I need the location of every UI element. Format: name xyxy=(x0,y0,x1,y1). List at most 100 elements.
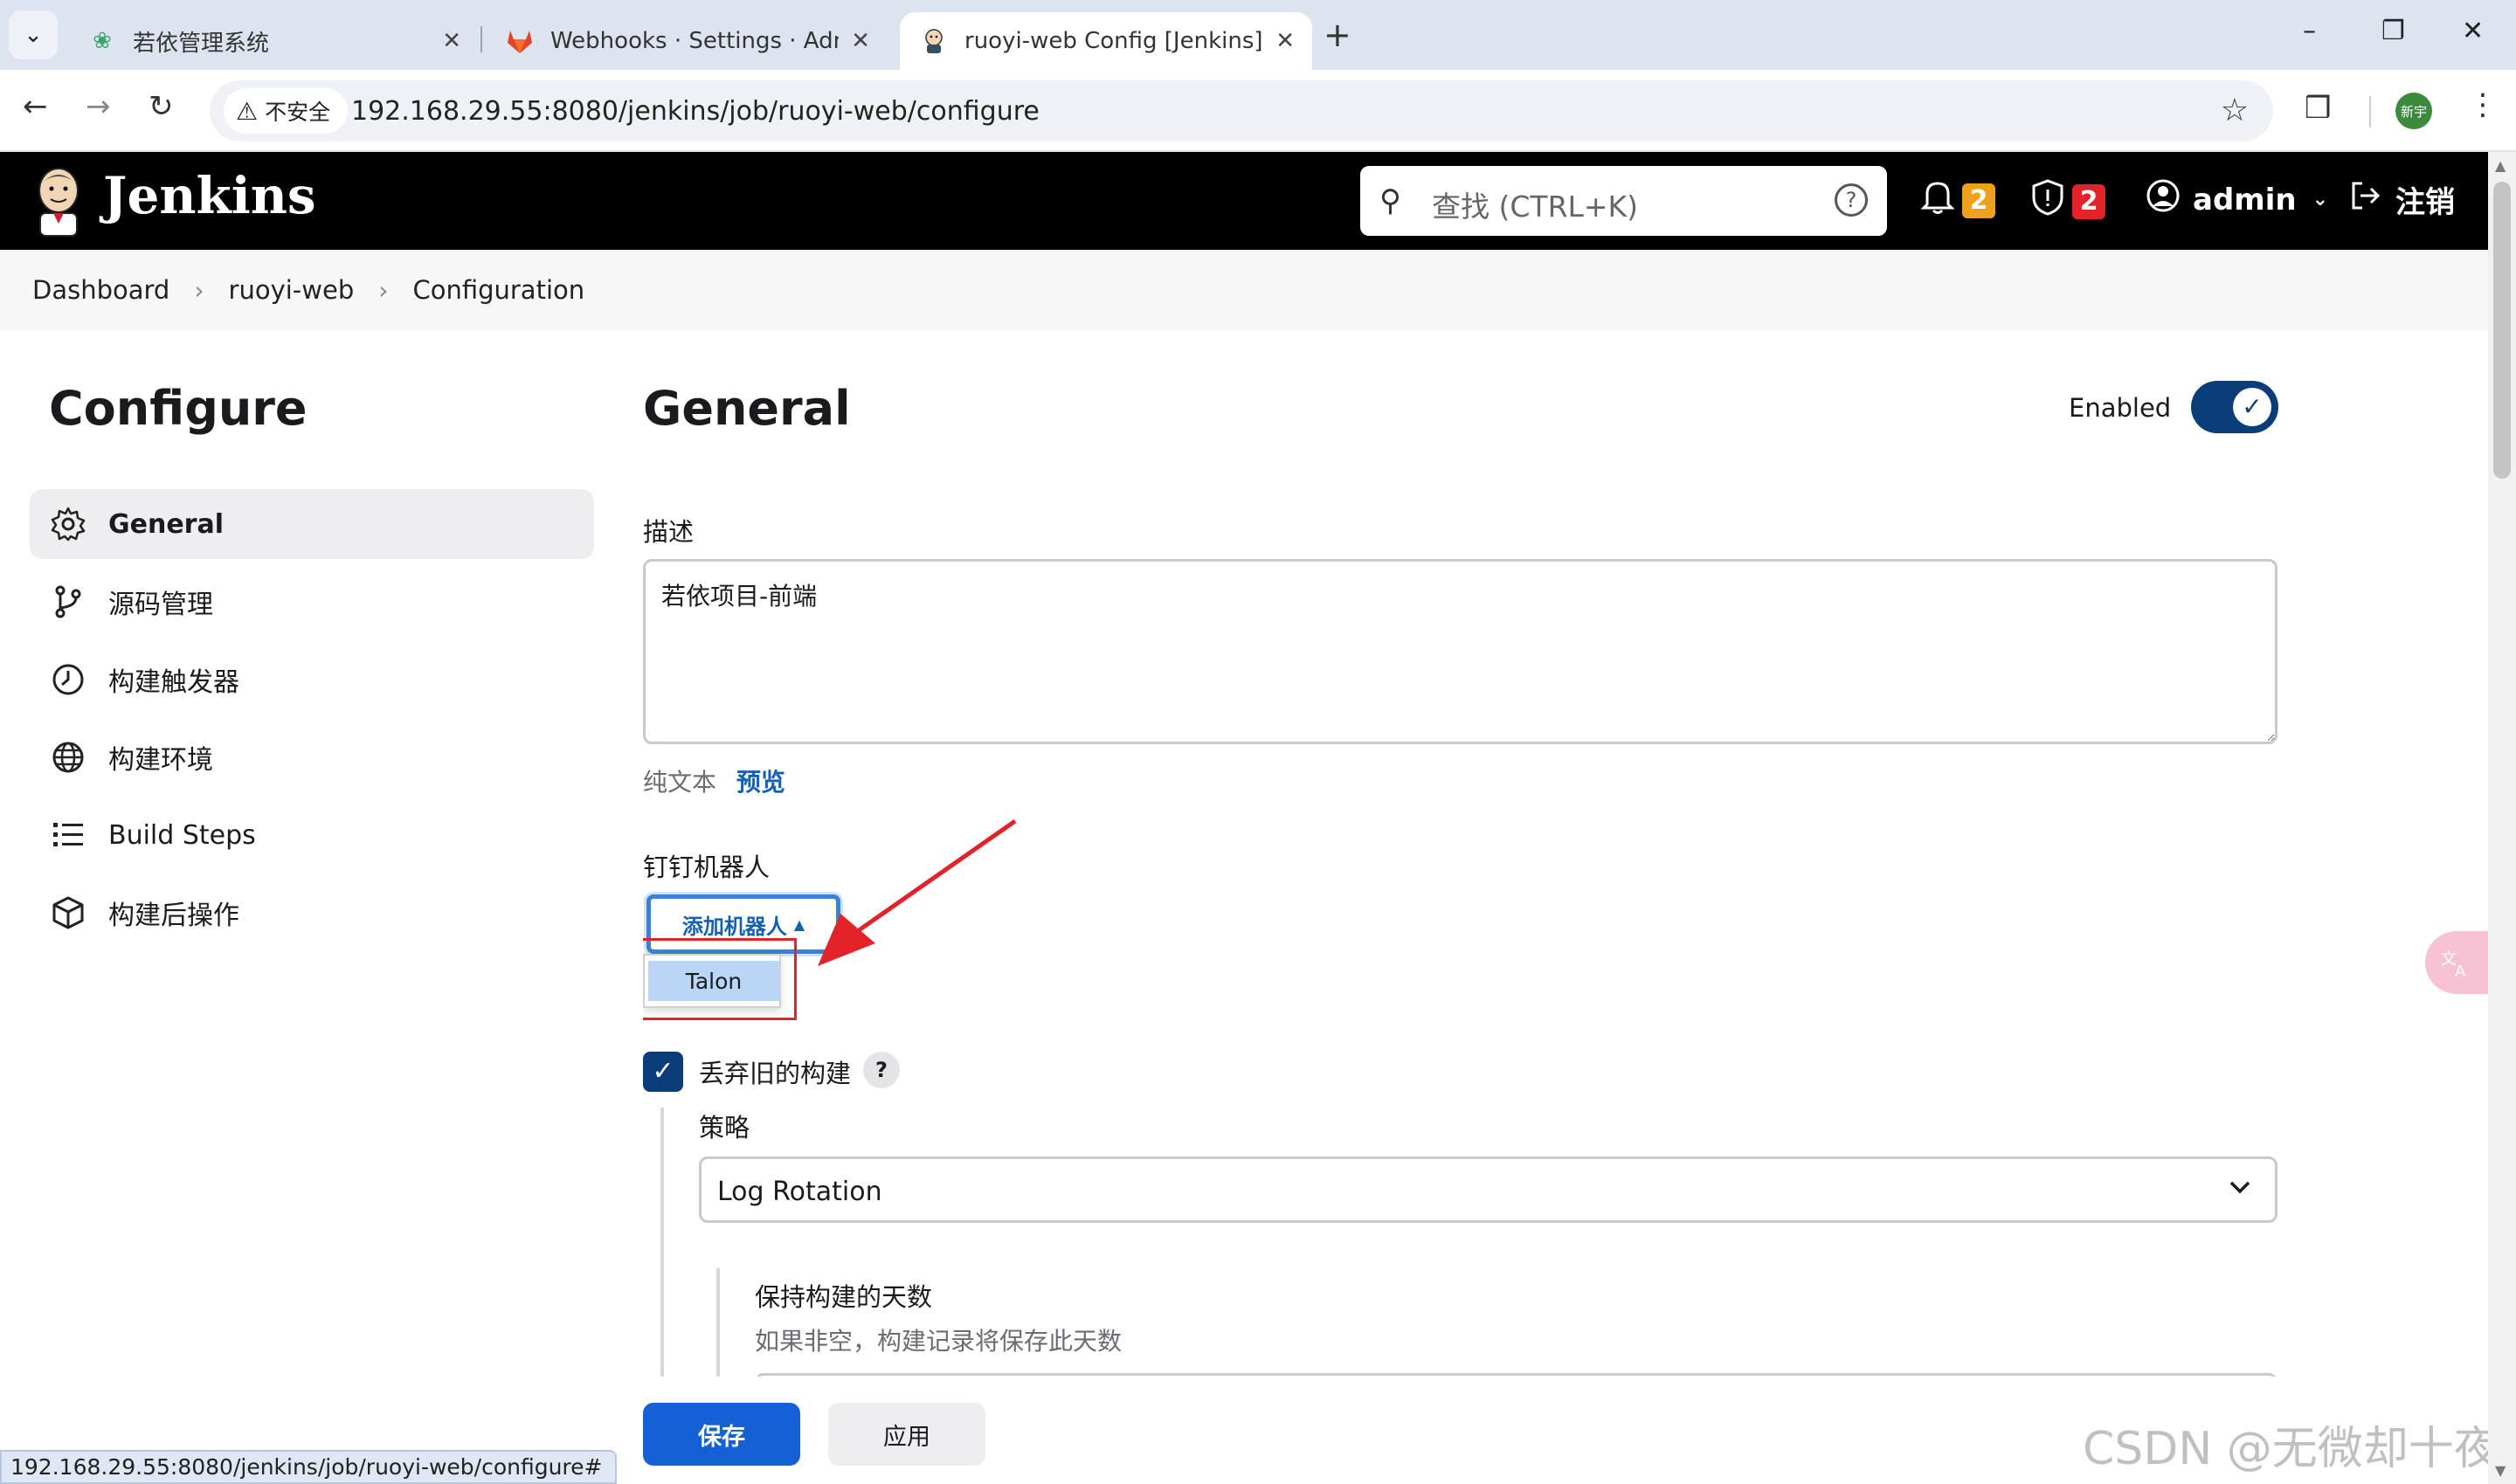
browser-tab-ruoyi-admin[interactable]: ❀ 若依管理系统 ✕ xyxy=(68,12,479,70)
close-icon[interactable]: ✕ xyxy=(1275,28,1295,54)
security-chip[interactable]: ⚠ 不安全 xyxy=(224,88,349,134)
scrollbar-thumb[interactable] xyxy=(2493,182,2511,479)
description-textarea[interactable]: 若依项目-前端 xyxy=(643,559,2278,744)
security-warnings-button[interactable]: 2 xyxy=(2030,178,2105,224)
reload-button[interactable]: ↻ xyxy=(149,89,174,124)
sidebar-item-build-steps[interactable]: Build Steps xyxy=(30,800,594,870)
sidebar-item-general[interactable]: General xyxy=(30,489,594,559)
warning-triangle-icon: ⚠ xyxy=(236,96,259,126)
chevron-right-icon: › xyxy=(378,275,389,305)
jenkins-logo-icon[interactable] xyxy=(31,164,86,238)
nested-section-line xyxy=(660,1108,664,1377)
minimize-icon: – xyxy=(2303,16,2316,46)
extensions-button[interactable]: ❒ xyxy=(2305,91,2331,126)
cube-icon xyxy=(49,894,87,932)
close-window-button[interactable]: ✕ xyxy=(2462,16,2484,46)
scroll-down-icon[interactable]: ▼ xyxy=(2495,1462,2506,1479)
nested-section-line xyxy=(716,1268,720,1377)
breadcrumb-configuration[interactable]: Configuration xyxy=(412,275,584,305)
discard-old-builds-checkbox[interactable]: ✓ xyxy=(643,1052,683,1092)
tab-separator xyxy=(480,26,482,52)
minimize-button[interactable]: – xyxy=(2303,16,2316,46)
bell-icon xyxy=(1920,178,1955,223)
browser-tab-jenkins-config[interactable]: ruoyi-web Config [Jenkins] ✕ xyxy=(900,12,1312,70)
help-button[interactable]: ? xyxy=(863,1052,900,1088)
strategy-label: 策略 xyxy=(699,1113,750,1142)
days-to-keep-label: 保持构建的天数 xyxy=(755,1282,933,1312)
chevron-right-icon: › xyxy=(194,275,204,305)
chevron-down-icon xyxy=(2228,1175,2252,1206)
apply-button[interactable]: 应用 xyxy=(828,1403,985,1466)
logout-label: 注销 xyxy=(2395,185,2455,220)
restore-icon: ❐ xyxy=(2381,16,2405,46)
back-button[interactable]: ← xyxy=(23,89,48,124)
gitlab-icon xyxy=(505,26,535,56)
omnibox[interactable]: ⚠ 不安全 192.168.29.55:8080/jenkins/job/ruo… xyxy=(210,80,2273,141)
sidebar-item-post-build[interactable]: 构建后操作 xyxy=(30,878,594,948)
branch-icon xyxy=(49,583,87,621)
notifications-button[interactable]: 2 xyxy=(1920,178,1995,223)
translate-icon[interactable]: 文A xyxy=(2425,931,2488,994)
breadcrumb: Dashboard › ruoyi-web › Configuration xyxy=(0,250,2488,330)
browser-menu-button[interactable]: ⋮ xyxy=(2468,87,2498,122)
globe-icon xyxy=(49,738,87,777)
watermark: CSDN @无微却十夜 xyxy=(2083,1423,2499,1475)
configure-title: Configure xyxy=(49,381,308,436)
profile-avatar[interactable]: 新宇 xyxy=(2395,93,2432,129)
search-box[interactable]: ⚲ 查找 (CTRL+K) ? xyxy=(1360,166,1887,236)
reload-icon: ↻ xyxy=(149,89,174,124)
sidebar-item-build-triggers[interactable]: 构建触发器 xyxy=(30,645,594,714)
text-format-row: 纯文本 预览 xyxy=(643,763,785,798)
jenkins-icon xyxy=(919,26,949,56)
forward-button[interactable]: → xyxy=(86,89,111,124)
preview-link[interactable]: 预览 xyxy=(736,768,785,797)
scroll-up-icon[interactable]: ▲ xyxy=(2495,157,2506,174)
arrow-left-icon: ← xyxy=(23,89,48,124)
browser-tab-bar: ⌄ ❀ 若依管理系统 ✕ Webhooks · Settings · Admin… xyxy=(0,0,2516,70)
logout-icon xyxy=(2348,178,2383,221)
logout-button[interactable]: 注销 xyxy=(2348,178,2455,221)
restore-button[interactable]: ❐ xyxy=(2381,16,2405,46)
tab-search-button[interactable]: ⌄ xyxy=(9,10,58,59)
discard-old-builds-label: 丢弃旧的构建 xyxy=(699,1059,852,1088)
gear-icon xyxy=(49,505,87,543)
chevron-down-icon: ⌄ xyxy=(2312,189,2329,211)
leaf-icon: ❀ xyxy=(93,28,112,54)
notifications-badge: 2 xyxy=(1962,183,1995,218)
status-bar-url: 192.168.29.55:8080/jenkins/job/ruoyi-web… xyxy=(0,1450,617,1484)
save-button[interactable]: 保存 xyxy=(643,1403,800,1466)
breadcrumb-dashboard[interactable]: Dashboard xyxy=(32,275,169,305)
clock-icon xyxy=(49,660,87,699)
check-icon: ✓ xyxy=(2233,388,2271,426)
help-circle-icon[interactable]: ? xyxy=(1835,183,1868,217)
user-name: admin xyxy=(2193,182,2297,217)
chevron-down-icon: ⌄ xyxy=(24,22,43,48)
user-menu-button[interactable]: admin ⌄ xyxy=(2146,178,2328,221)
sidebar-item-source-control[interactable]: 源码管理 xyxy=(30,567,594,637)
new-tab-button[interactable]: + xyxy=(1324,16,1351,54)
days-to-keep-help: 如果非空，构建记录将保存此天数 xyxy=(755,1327,1123,1356)
enabled-toggle[interactable]: ✓ xyxy=(2191,381,2278,433)
strategy-select[interactable]: Log Rotation xyxy=(699,1156,2278,1223)
browser-tab-gitlab-webhooks[interactable]: Webhooks · Settings · Admin ✕ xyxy=(486,12,888,70)
address-toolbar: ← → ↻ ⚠ 不安全 192.168.29.55:8080/jenkins/j… xyxy=(0,70,2516,152)
general-title: General xyxy=(643,381,851,436)
shield-icon xyxy=(2030,178,2065,224)
toolbar-divider xyxy=(2369,96,2371,128)
text-format-label: 纯文本 xyxy=(643,768,717,797)
page-scrollbar[interactable]: ▲ ▼ xyxy=(2488,152,2516,1484)
close-icon: ✕ xyxy=(2462,16,2485,46)
jenkins-header: Jenkins ⚲ 查找 (CTRL+K) ? 2 2 admin ⌄ 注销 xyxy=(0,152,2488,250)
breadcrumb-job[interactable]: ruoyi-web xyxy=(229,275,355,305)
close-icon[interactable]: ✕ xyxy=(442,28,461,54)
arrow-right-icon: → xyxy=(86,89,111,124)
search-placeholder: 查找 (CTRL+K) xyxy=(1432,190,1639,224)
bookmark-star-icon[interactable]: ☆ xyxy=(2221,93,2249,128)
sidebar-item-build-environment[interactable]: 构建环境 xyxy=(30,722,594,792)
url-text[interactable]: 192.168.29.55:8080/jenkins/job/ruoyi-web… xyxy=(351,96,1040,127)
annotation-arrow-icon xyxy=(818,818,1017,966)
jenkins-title[interactable]: Jenkins xyxy=(103,166,316,225)
close-icon[interactable]: ✕ xyxy=(851,28,870,54)
kebab-menu-icon: ⋮ xyxy=(2468,87,2498,122)
svg-text:A: A xyxy=(2455,963,2466,980)
